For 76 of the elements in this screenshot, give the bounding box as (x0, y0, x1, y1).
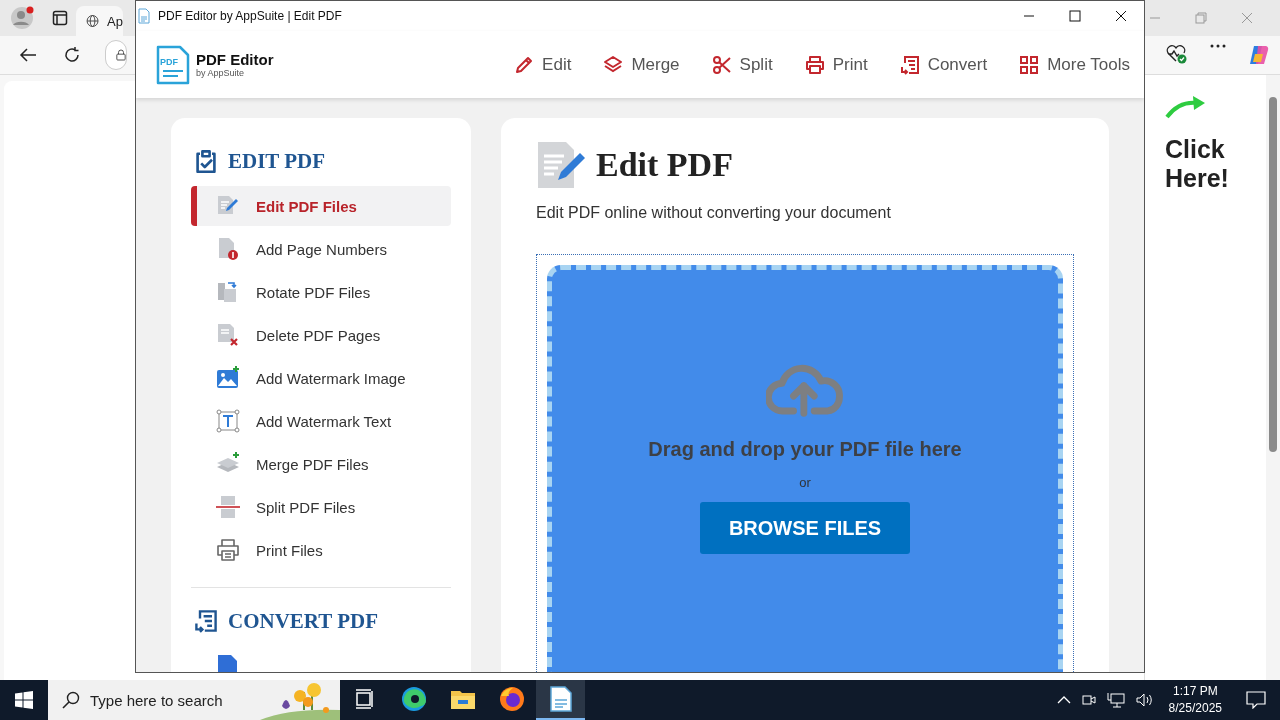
document-split-icon (216, 495, 240, 519)
sidebar-item[interactable]: Split PDF Files (191, 487, 451, 527)
printer-icon (804, 54, 825, 75)
sidebar-item[interactable]: Delete PDF Pages (191, 315, 451, 355)
health-icon[interactable] (1166, 44, 1188, 64)
scissors-icon (711, 54, 732, 75)
copilot-icon[interactable] (1248, 44, 1270, 66)
browser-icon (400, 686, 427, 712)
folder-icon (449, 688, 476, 710)
more-icon[interactable] (1210, 44, 1226, 48)
logo-icon (156, 44, 190, 85)
start-icon[interactable] (15, 691, 33, 709)
lock-icon (116, 48, 126, 62)
globe-icon (86, 12, 100, 30)
sidebar-item[interactable]: Merge PDF Files (191, 444, 451, 484)
network-icon[interactable] (1106, 692, 1125, 708)
tab-actions-icon[interactable] (52, 10, 68, 26)
document-list-icon (899, 54, 920, 75)
section-title: CONVERT PDF (228, 608, 378, 634)
volume-icon[interactable] (1134, 692, 1153, 708)
document-pencil-icon (536, 140, 586, 190)
taskbar-app[interactable] (536, 680, 585, 720)
search-icon (62, 691, 80, 709)
text-box-icon (216, 409, 240, 433)
back-icon[interactable] (19, 46, 37, 64)
page-title: Edit PDF (596, 146, 733, 184)
page-subtitle: Edit PDF online without converting your document (536, 204, 892, 222)
nav-link[interactable]: Print (804, 54, 868, 75)
camera-icon[interactable] (1080, 692, 1097, 708)
task-view-icon (354, 689, 375, 709)
ad-text[interactable]: Click Here! (1165, 135, 1245, 193)
printer-icon (216, 538, 240, 562)
logo-title: PDF Editor (196, 51, 274, 68)
browser-tab[interactable]: Ap (76, 6, 123, 36)
sidebar-item[interactable]: Rotate PDF Files (191, 272, 451, 312)
grid-icon (1019, 54, 1040, 75)
document-delete-icon (216, 323, 240, 347)
pdf-editor-icon (549, 686, 572, 712)
layers-icon (603, 54, 624, 75)
nav-link[interactable]: Convert (899, 54, 988, 75)
image-add-icon (216, 366, 240, 390)
sidebar-item[interactable]: Add Watermark Image (191, 358, 451, 398)
logo-text: PDF (160, 56, 178, 67)
maximize-icon[interactable] (1069, 10, 1081, 22)
sidebar-item[interactable]: Edit PDF Files (191, 186, 451, 226)
document-list-icon (194, 609, 218, 633)
nav-link[interactable]: Split (711, 54, 773, 75)
arrow-icon (1165, 95, 1207, 119)
pencil-icon (514, 54, 535, 75)
clock[interactable]: 1:17 PM 8/25/2025 (1168, 683, 1222, 717)
scrollbar-thumb[interactable] (1269, 97, 1277, 452)
firefox-icon (498, 686, 525, 712)
drop-prompt: Drag and drop your PDF file here (648, 438, 962, 461)
address-field[interactable] (105, 40, 127, 70)
nav-link[interactable]: Edit (514, 54, 572, 75)
notification-icon[interactable] (1246, 691, 1266, 709)
nav-link[interactable]: More Tools (1019, 54, 1130, 75)
browse-files-button[interactable]: BROWSE FILES (700, 502, 910, 554)
document-number-icon (216, 237, 240, 261)
document-icon (216, 654, 240, 672)
clipboard-check-icon (194, 149, 218, 173)
search-field[interactable]: Type here to search (48, 680, 340, 720)
logo-subtitle: by AppSuite (196, 68, 246, 78)
sidebar-item[interactable]: Print Files (191, 530, 451, 570)
sidebar-item[interactable]: Add Watermark Text (191, 401, 451, 441)
nav-link[interactable]: Merge (603, 54, 680, 75)
chevron-up-icon[interactable] (1056, 696, 1071, 704)
section-title: EDIT PDF (228, 148, 326, 174)
document-rotate-icon (216, 280, 240, 304)
sidebar-item[interactable]: Add Page Numbers (191, 229, 451, 269)
profile-icon[interactable] (10, 6, 34, 30)
window-title: PDF Editor by AppSuite | Edit PDF (158, 9, 343, 23)
drop-zone[interactable]: Drag and drop your PDF file here or BROWSE FILES (547, 265, 1063, 672)
refresh-icon[interactable] (63, 46, 81, 64)
close-icon[interactable] (1115, 10, 1127, 22)
separator-text: or (799, 475, 811, 490)
